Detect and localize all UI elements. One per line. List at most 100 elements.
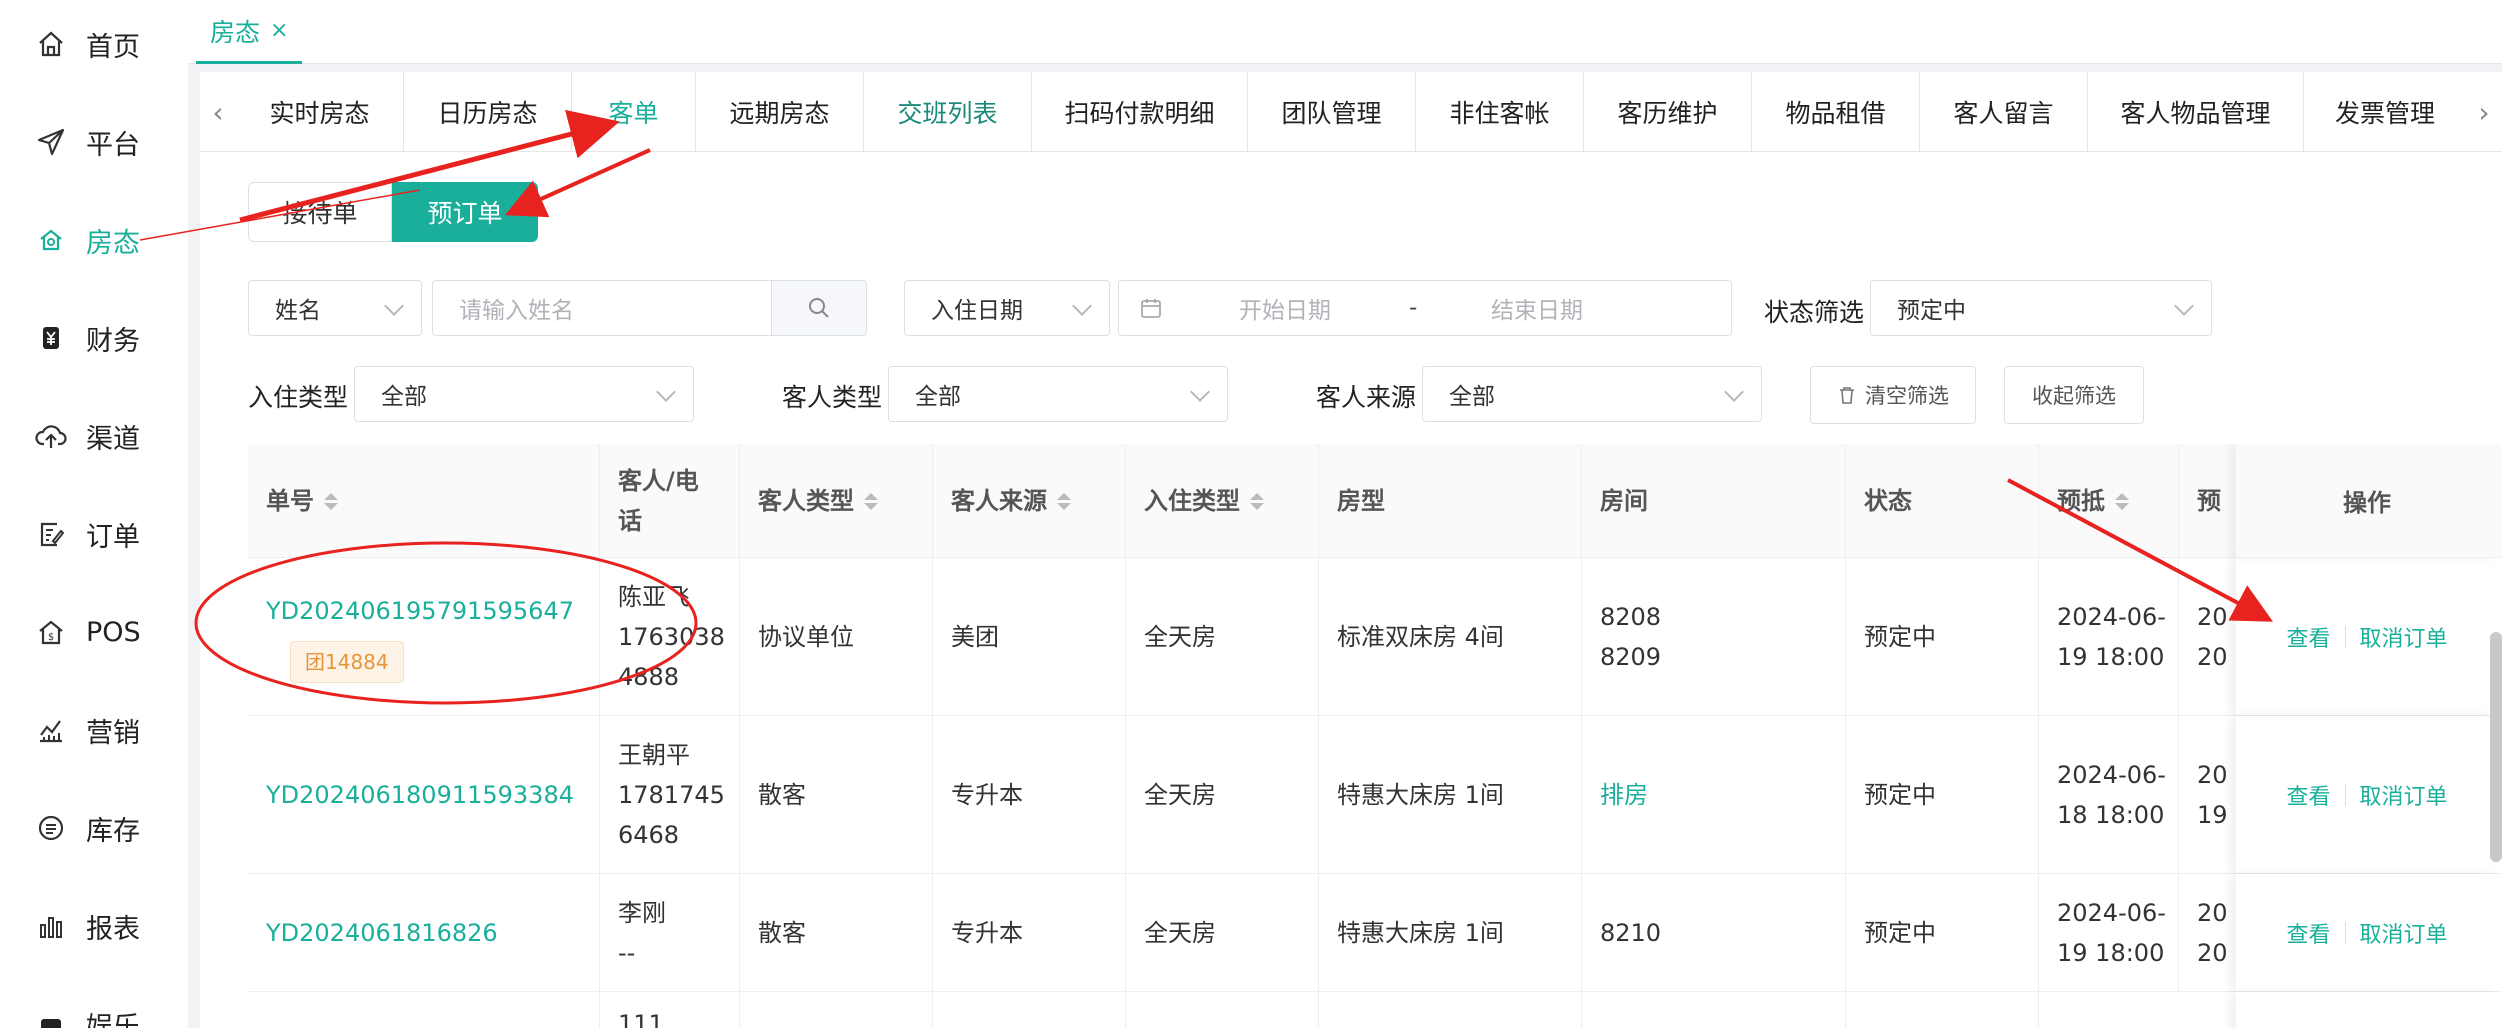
view-button[interactable]: 查看 — [2286, 917, 2330, 949]
select-value: 全部 — [1449, 384, 1495, 410]
row-actions: 查看 取消订单 — [2236, 874, 2498, 991]
tab-realtime-status[interactable]: 实时房态 — [236, 72, 404, 152]
close-icon[interactable]: × — [270, 18, 288, 43]
sort-icon[interactable] — [1250, 492, 1264, 510]
collapse-filter-button[interactable]: 收起筛选 — [2004, 366, 2144, 424]
chevron-down-icon — [656, 382, 676, 402]
calendar-icon — [1141, 299, 1161, 318]
row-actions: 查看 取消订单 — [2236, 558, 2498, 715]
clear-filter-button[interactable]: 清空筛选 — [1810, 366, 1976, 424]
divider — [2344, 921, 2346, 944]
col-checkin-type[interactable]: 入住类型 — [1126, 444, 1319, 558]
checkin-type-cell: 全天房 — [1126, 716, 1319, 873]
view-button[interactable]: 查看 — [2286, 779, 2330, 811]
sidebar-item-home[interactable]: 首页 — [0, 14, 188, 74]
sort-icon[interactable] — [2115, 492, 2129, 510]
view-button[interactable]: 查看 — [2286, 621, 2330, 653]
guest-cell: 李刚 -- — [600, 874, 740, 991]
date-type-select[interactable]: 入住日期 — [904, 280, 1110, 336]
order-no-link[interactable]: YD2024061816826 — [266, 913, 498, 953]
sidebar-item-order[interactable]: 订单 — [0, 504, 188, 564]
table-row: 111 — [248, 992, 2502, 1028]
sidebar-item-finance[interactable]: 财务 — [0, 308, 188, 368]
order-no-link[interactable]: YD202406180911593384 — [266, 775, 574, 815]
segment-reception[interactable]: 接待单 — [248, 182, 392, 242]
date-range-picker[interactable]: 开始日期 - 结束日期 — [1118, 280, 1732, 336]
name-search-input[interactable]: 请输入姓名 — [432, 280, 772, 336]
checkin-type-select[interactable]: 全部 — [354, 366, 694, 422]
header-label: 房型 — [1337, 487, 1385, 515]
tab-guest-order[interactable]: 客单 — [572, 72, 696, 152]
sort-icon[interactable] — [324, 492, 338, 510]
guest-cell: 陈亚飞 1763038 4888 — [600, 558, 740, 715]
tab-guest-message[interactable]: 客人留言 — [1920, 72, 2088, 152]
arrive-cell: 2024-06- 19 18:00 — [2039, 874, 2179, 991]
col-guest-source[interactable]: 客人来源 — [933, 444, 1126, 558]
tab-future-status[interactable]: 远期房态 — [696, 72, 864, 152]
sidebar-item-entertainment[interactable]: 娱乐 — [0, 994, 188, 1028]
sidebar-item-channel[interactable]: 渠道 — [0, 406, 188, 466]
select-value: 姓名 — [275, 298, 321, 324]
col-arrive[interactable]: 预抵 — [2039, 444, 2179, 558]
col-room: 房间 — [1582, 444, 1846, 558]
guest-type-cell — [740, 992, 933, 1028]
sort-icon[interactable] — [1057, 492, 1071, 510]
depart-date: 20 — [2197, 898, 2228, 927]
room-number: 8209 — [1600, 642, 1662, 671]
chevron-down-icon — [2174, 296, 2194, 316]
bar-chart-icon — [34, 909, 68, 943]
guest-source-select[interactable]: 全部 — [1422, 366, 1762, 422]
status-cell: 预定中 — [1846, 716, 2039, 873]
sidebar-item-pos[interactable]: $ POS — [0, 602, 188, 662]
sidebar-item-platform[interactable]: 平台 — [0, 112, 188, 172]
tab-guest-items[interactable]: 客人物品管理 — [2088, 72, 2304, 152]
search-button[interactable] — [771, 280, 867, 336]
select-value: 全部 — [915, 384, 961, 410]
tab-item-rental[interactable]: 物品租借 — [1752, 72, 1920, 152]
cancel-order-button[interactable]: 取消订单 — [2360, 779, 2448, 811]
reservation-table: 单号 客人/电话 客人类型 客人来源 入住类型 房型 房间 状态 预抵 预 YD… — [248, 444, 2502, 1028]
tab-calendar-status[interactable]: 日历房态 — [404, 72, 572, 152]
divider — [2344, 625, 2346, 648]
chevron-left-icon[interactable]: ‹ — [200, 72, 236, 152]
wallet-icon — [34, 321, 68, 355]
arrive-cell: 2024-06- 18 18:00 — [2039, 716, 2179, 873]
order-no-cell: YD202406195791595647 团14884 — [248, 558, 600, 715]
cancel-order-button[interactable]: 取消订单 — [2360, 621, 2448, 653]
room-cell: 排房 — [1582, 716, 1846, 873]
inventory-icon — [34, 811, 68, 845]
tab-invoice[interactable]: 发票管理 — [2304, 72, 2466, 152]
status-filter-label: 状态筛选 — [1764, 298, 1865, 327]
tab-shift-list[interactable]: 交班列表 — [864, 72, 1032, 152]
tag-room-status[interactable]: 房态 × — [196, 0, 303, 64]
guest-type-select[interactable]: 全部 — [888, 366, 1228, 422]
status-cell: 预定中 — [1846, 558, 2039, 715]
sidebar-item-report[interactable]: 报表 — [0, 896, 188, 956]
depart-time: 20 — [2197, 938, 2228, 967]
tag-bar: 房态 × — [188, 0, 2502, 64]
segment-reservation[interactable]: 预订单 — [392, 182, 538, 242]
sidebar-item-inventory[interactable]: 库存 — [0, 798, 188, 858]
sidebar-item-marketing[interactable]: 营销 — [0, 700, 188, 760]
status-filter-select[interactable]: 预定中 — [1870, 280, 2212, 336]
status-cell: 预定中 — [1846, 874, 2039, 991]
guest-phone: 1781745 — [618, 780, 725, 809]
tab-guest-history[interactable]: 客历维护 — [1584, 72, 1752, 152]
tab-team-management[interactable]: 团队管理 — [1248, 72, 1416, 152]
select-value: 全部 — [381, 384, 427, 410]
order-no-link[interactable]: YD202406195791595647 — [266, 591, 574, 631]
assign-room-link[interactable]: 排房 — [1600, 775, 1648, 815]
sort-icon[interactable] — [864, 492, 878, 510]
col-order-no[interactable]: 单号 — [248, 444, 600, 558]
name-field-select[interactable]: 姓名 — [248, 280, 422, 336]
chevron-right-icon[interactable]: › — [2466, 72, 2502, 152]
header-label: 客人类型 — [758, 487, 854, 515]
sidebar-item-room-status[interactable]: 房态 — [0, 210, 188, 270]
tab-scan-payment[interactable]: 扫码付款明细 — [1032, 72, 1248, 152]
tab-non-guest-account[interactable]: 非住客帐 — [1416, 72, 1584, 152]
col-guest-type[interactable]: 客人类型 — [740, 444, 933, 558]
vertical-scrollbar[interactable] — [2490, 632, 2502, 862]
cancel-order-button[interactable]: 取消订单 — [2360, 917, 2448, 949]
order-edit-icon — [34, 517, 68, 551]
depart-date: 20 — [2197, 602, 2228, 631]
